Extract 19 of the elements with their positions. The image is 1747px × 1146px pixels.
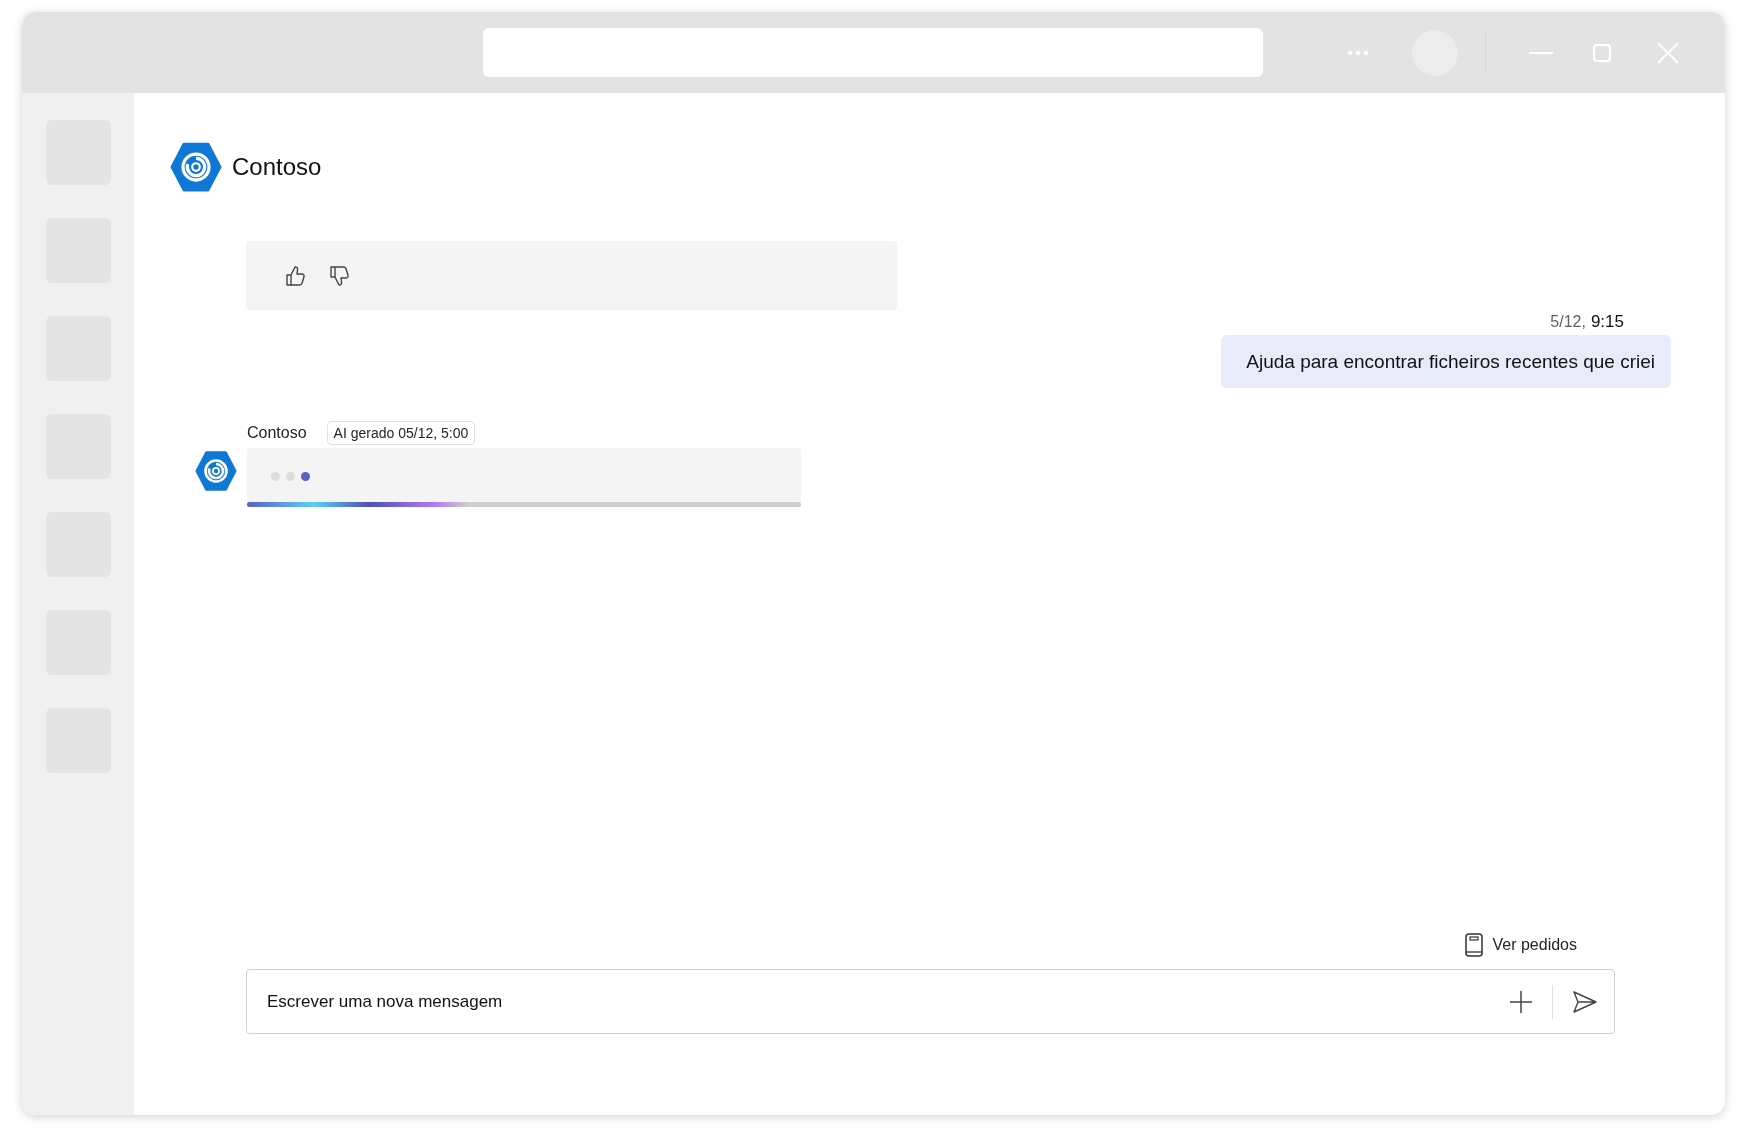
app-name: Contoso [232,153,322,181]
timestamp: 5/12, 9:15 [1550,312,1624,332]
message-input[interactable]: Escrever uma nova mensagem [265,990,1510,1013]
book-icon [1465,933,1484,957]
message-field[interactable]: Escrever uma nova mensagem [246,969,1615,1034]
user-message: Ajuda para encontrar ficheiros recentes que criei [1221,335,1671,388]
bot-avatar-icon [195,450,237,492]
thumbs-up-icon[interactable] [284,264,306,287]
sender-name: Contoso [247,424,307,442]
send-icon[interactable] [1573,990,1597,1013]
thumbs-down-icon[interactable] [328,264,350,287]
more-icon[interactable] [1347,49,1369,56]
plus-icon[interactable] [1510,990,1532,1013]
maximize-icon[interactable] [1593,43,1611,62]
ai-generated-badge: AI gerado 05/12, 5:00 [326,421,476,445]
app-logo-icon [170,141,222,193]
view-prompts-link[interactable]: Ver pedidos [1465,933,1577,957]
close-icon[interactable] [1657,41,1679,64]
search-field[interactable] [483,28,1263,77]
